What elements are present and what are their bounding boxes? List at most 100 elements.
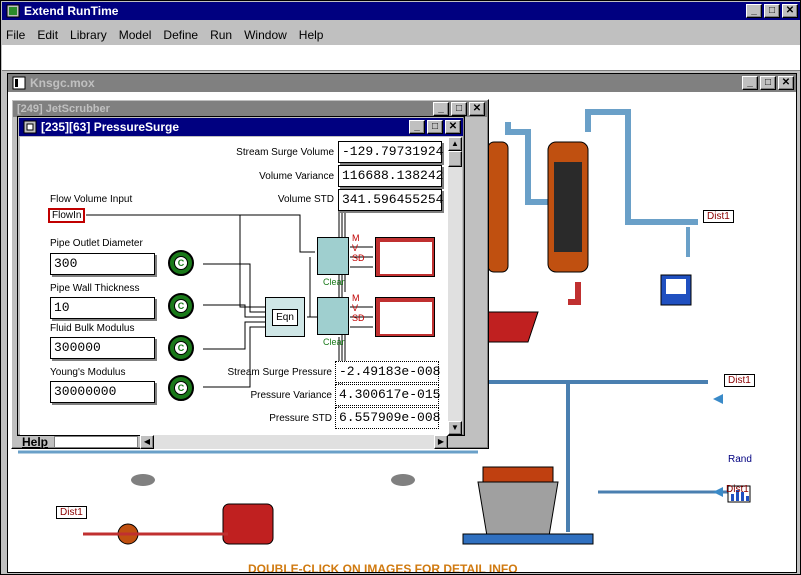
jet-maximize-button[interactable]: □ <box>451 102 467 116</box>
flow-in-connector[interactable]: FlowIn <box>48 208 86 223</box>
footer-note: DOUBLE-CLICK ON IMAGES FOR DETAIL INFO <box>248 562 518 572</box>
pipe-outlet-diameter-input[interactable]: 300 <box>50 253 155 275</box>
volume-std-label: Volume STD <box>277 194 334 205</box>
stats-block-volume[interactable] <box>317 237 349 275</box>
clear-label[interactable]: Clear <box>323 337 345 347</box>
menu-file[interactable]: File <box>6 28 25 42</box>
vessel-top <box>482 466 554 483</box>
constant-block[interactable]: C <box>168 250 194 276</box>
jetscrubber-titlebar[interactable]: [249] JetScrubber _ □ ✕ <box>13 101 487 117</box>
dist-block[interactable]: Dist1 <box>703 210 734 223</box>
help-button[interactable]: Help <box>20 435 50 449</box>
scroll-right-arrow[interactable]: ▶ <box>434 435 448 449</box>
rand-label: Rand <box>728 454 752 465</box>
constant-block[interactable]: C <box>168 293 194 319</box>
stat-sd-label: SD <box>352 313 365 323</box>
pressuresurge-window: [235][63] PressureSurge _ □ ✕ Stream Sur… <box>17 116 465 449</box>
dist-block[interactable]: Dist1 <box>56 506 87 519</box>
plotter-block-volume[interactable] <box>375 237 435 277</box>
left-tower <box>487 141 509 273</box>
pipe-line <box>568 282 581 305</box>
jet-close-button[interactable]: ✕ <box>469 102 485 116</box>
pipe-wall-thickness-input[interactable]: 10 <box>50 297 155 319</box>
volume-std-value: 341.596455254 <box>338 189 443 211</box>
app-icon <box>6 4 20 18</box>
equation-block[interactable]: Eqn <box>265 297 305 337</box>
vertical-scrollbar[interactable]: ▲ ▼ <box>448 137 462 435</box>
scroll-left-arrow[interactable]: ◀ <box>140 435 154 449</box>
youngs-modulus-input[interactable]: 30000000 <box>50 381 155 403</box>
valve-icon <box>131 474 155 486</box>
surge-minimize-button[interactable]: _ <box>409 120 425 134</box>
rand-dist-label: Dist1 <box>726 484 749 495</box>
pressuresurge-titlebar[interactable]: [235][63] PressureSurge _ □ ✕ <box>19 118 463 136</box>
connector-line <box>170 263 185 390</box>
model-window-title: Knsgc.mox <box>30 76 95 90</box>
horizontal-scrollbar[interactable] <box>154 435 434 449</box>
minimize-button[interactable]: _ <box>746 4 762 18</box>
connector-line <box>203 321 265 350</box>
scroll-down-arrow[interactable]: ▼ <box>448 421 462 435</box>
menu-window[interactable]: Window <box>244 28 287 42</box>
menu-run[interactable]: Run <box>210 28 232 42</box>
bottom-tank <box>222 503 274 545</box>
constant-block[interactable]: C <box>168 335 194 361</box>
volume-variance-label: Volume Variance <box>259 171 334 182</box>
pressuresurge-canvas[interactable]: Stream Surge Volume -129.79731924 Volume… <box>20 137 450 435</box>
pressure-variance-label: Pressure Variance <box>250 390 332 401</box>
block-icon <box>23 120 37 134</box>
clear-label[interactable]: Clear <box>323 277 345 287</box>
youngs-modulus-label: Young's Modulus <box>50 367 126 378</box>
bottom-bar: Help ◀ ▶ <box>20 435 450 449</box>
plotter-block-pressure[interactable] <box>375 297 435 337</box>
pipe-wall-thickness-label: Pipe Wall Thickness <box>50 283 140 294</box>
fluid-bulk-modulus-label: Fluid Bulk Modulus <box>50 323 135 334</box>
storage-bin-window <box>666 279 686 294</box>
stream-surge-volume-value: -129.79731924 <box>338 141 443 163</box>
surge-maximize-button[interactable]: □ <box>427 120 443 134</box>
dist-block[interactable]: Dist1 <box>724 374 755 387</box>
model-minimize-button[interactable]: _ <box>742 76 758 90</box>
tower-core <box>554 162 582 252</box>
arrow-icon <box>713 487 723 497</box>
pipe-line <box>585 109 698 225</box>
scroll-thumb[interactable] <box>448 151 462 167</box>
connector-line <box>307 257 311 318</box>
model-close-button[interactable]: ✕ <box>778 76 794 90</box>
close-button[interactable]: ✕ <box>782 4 798 18</box>
stat-v-label: V <box>352 243 359 253</box>
menu-library[interactable]: Library <box>70 28 107 42</box>
pressure-std-value: 6.557909e-008 <box>335 407 440 429</box>
stream-surge-pressure-label: Stream Surge Pressure <box>227 367 333 378</box>
vessel-base <box>462 533 594 545</box>
stream-surge-volume-label: Stream Surge Volume <box>236 147 334 158</box>
pressure-std-label: Pressure STD <box>269 413 332 424</box>
maximize-button[interactable]: □ <box>764 4 780 18</box>
stat-v-label: V <box>352 303 359 313</box>
connector-line <box>203 326 265 388</box>
stat-m-label: M <box>352 233 360 243</box>
stats-block-pressure[interactable] <box>317 297 349 335</box>
menu-define[interactable]: Define <box>163 28 198 42</box>
flow-volume-input-label: Flow Volume Input <box>50 194 133 205</box>
fluid-bulk-modulus-input[interactable]: 300000 <box>50 337 155 359</box>
menu-edit[interactable]: Edit <box>37 28 58 42</box>
scroll-up-arrow[interactable]: ▲ <box>448 137 462 151</box>
pressuresurge-title: [235][63] PressureSurge <box>41 120 180 134</box>
model-window-titlebar[interactable]: Knsgc.mox _ □ ✕ <box>8 74 796 92</box>
surge-close-button[interactable]: ✕ <box>445 120 461 134</box>
menubar: File Edit Library Model Define Run Windo… <box>2 25 800 45</box>
app-titlebar[interactable]: Extend RunTime _ □ ✕ <box>2 2 800 20</box>
stat-m-label: M <box>352 293 360 303</box>
menu-model[interactable]: Model <box>119 28 152 42</box>
help-text-field[interactable] <box>54 436 138 448</box>
stat-sd-label: SD <box>352 253 365 263</box>
stream-surge-pressure-value: -2.49183e-008 <box>335 361 440 383</box>
jetscrubber-title: [249] JetScrubber <box>17 103 110 115</box>
toolbar-area <box>2 45 800 71</box>
menu-help[interactable]: Help <box>299 28 324 42</box>
jet-minimize-button[interactable]: _ <box>433 102 449 116</box>
cooling-vessel <box>477 481 559 543</box>
pressure-variance-value: 4.300617e-015 <box>335 384 440 406</box>
model-maximize-button[interactable]: □ <box>760 76 776 90</box>
